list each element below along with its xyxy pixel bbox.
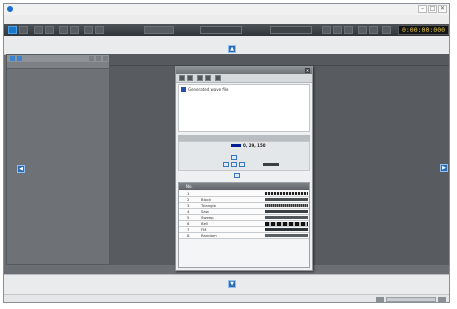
wave-preview-icon [265,210,308,213]
table-header: No. [179,183,309,190]
dock-left-arrow-button[interactable]: ◀ [17,165,25,173]
row-number: 5 [187,215,190,220]
tool-button-4[interactable] [45,26,54,34]
info-panel: 0, 29, 150 [178,141,310,171]
app-window: – □ ✕ 0:00:00:000 ▲ ◀ ▶ ✕ Generated wave… [3,3,450,303]
tool-button-3[interactable] [34,26,43,34]
wave-preview-icon [265,204,308,207]
dialog-tool-1[interactable] [179,75,185,81]
row-name: Block [201,197,212,202]
color-swatch [231,144,241,147]
rewind-button[interactable] [322,26,331,34]
close-button[interactable]: ✕ [438,5,447,13]
maximize-button[interactable]: □ [428,5,437,13]
row-number: 7 [187,227,190,232]
dialog-title-bar: ✕ [176,67,312,74]
col-header-no: No. [186,184,193,189]
row-number: 2 [187,197,190,202]
row-name: Triangle [201,203,216,208]
wave-preview-icon [265,216,308,219]
row-number: 4 [187,209,190,214]
pointer-tool-button[interactable] [8,26,17,34]
wave-preview-icon [265,234,308,237]
waveform-table: No. 1 2 Block 3 Triangle 4 Saw 5 Sweep 6… [178,182,310,268]
file-list-item[interactable]: Generated wave file [188,87,228,92]
row-number: 3 [187,203,190,208]
dialog-tool-5[interactable] [215,75,221,81]
dialog-toolbar [176,74,312,83]
minimize-button[interactable]: – [418,5,427,13]
panel-icon-1[interactable] [10,56,15,61]
wave-preview-icon [265,222,308,226]
wave-preview-icon [265,192,308,195]
wave-file-icon [181,87,186,92]
row-name: Bell [201,221,209,226]
tool-button-6[interactable] [70,26,79,34]
dialog-tool-3[interactable] [197,75,203,81]
dock-down-arrow-button[interactable]: ▼ [228,280,236,288]
toolbar-field-1[interactable] [200,26,242,34]
dialog-tool-4[interactable] [205,75,211,81]
row-name: Saw [201,209,209,214]
play-button[interactable] [333,26,342,34]
info-value-1: 0, 29, 150 [243,143,266,148]
pause-button[interactable] [344,26,353,34]
wave-preview-icon [265,198,308,201]
row-number: 8 [187,233,190,238]
zoom-slider[interactable] [386,297,436,302]
info-control-2[interactable] [223,162,229,167]
left-panel-header [7,55,109,62]
top-dock-bar: ▲ [4,36,449,55]
table-row[interactable]: 8 Random [179,233,309,239]
row-name: Sweep [201,215,214,220]
panel-icon-4[interactable] [96,56,101,61]
data-dialog: ✕ Generated wave file 0, 29, 150 No. 1 2… [175,66,313,271]
dialog-close-button[interactable]: ✕ [305,68,310,73]
status-bar [4,294,449,302]
toolbar-button-a[interactable] [144,26,174,34]
info-control-1[interactable] [231,155,237,160]
wave-preview-icon [265,228,308,231]
tool-button-5[interactable] [59,26,68,34]
timeline-ruler[interactable] [110,54,449,66]
tool-button-8[interactable] [95,26,104,34]
dialog-tool-2[interactable] [187,75,193,81]
loop-button[interactable] [382,26,391,34]
stop-button[interactable] [358,26,367,34]
row-number: 6 [187,221,190,226]
left-panel-tabs [7,62,109,69]
bottom-dock-bar: ▼ [4,274,449,295]
zoom-out-button[interactable] [376,297,384,302]
timecode-display: 0:00:00:000 [398,25,449,35]
waveform-preview [263,163,279,166]
left-panel: ◀ [6,54,110,265]
row-name: FM [201,227,207,232]
file-list[interactable]: Generated wave file [178,84,310,132]
info-control-4[interactable] [239,162,245,167]
tool-button-2[interactable] [19,26,28,34]
dock-right-arrow-button[interactable]: ▶ [440,164,448,172]
app-icon [7,6,13,12]
row-number: 1 [187,191,190,196]
tool-button-7[interactable] [84,26,93,34]
dialog-arrow-button[interactable] [234,173,240,178]
zoom-in-button[interactable] [438,297,446,302]
info-control-3[interactable] [231,162,237,167]
row-name: Random [201,233,217,238]
dock-up-arrow-button[interactable]: ▲ [228,45,236,53]
toolbar-field-2[interactable] [270,26,312,34]
record-button[interactable] [369,26,378,34]
panel-icon-5[interactable] [103,56,108,61]
panel-icon-3[interactable] [89,56,94,61]
panel-icon-2[interactable] [17,56,22,61]
